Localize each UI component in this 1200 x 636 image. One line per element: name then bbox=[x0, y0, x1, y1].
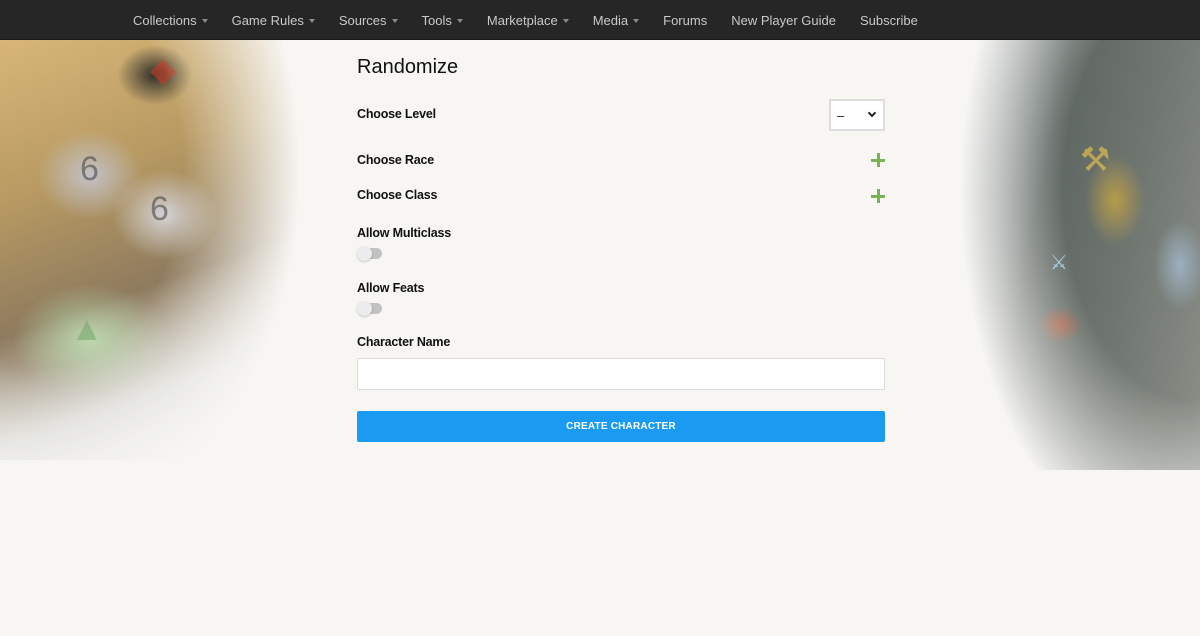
create-character-button[interactable]: CREATE CHARACTER bbox=[357, 411, 885, 442]
allow-feats-label: Allow Feats bbox=[357, 281, 425, 295]
adventurers-illustration: ⚒ ⚔ bbox=[900, 40, 1200, 470]
chevron-down-icon bbox=[867, 108, 877, 118]
nav-item-game-rules[interactable]: Game Rules bbox=[232, 13, 315, 28]
choose-race-label: Choose Race bbox=[357, 153, 434, 167]
allow-feats-toggle[interactable] bbox=[357, 301, 383, 316]
nav-label: Marketplace bbox=[486, 12, 558, 28]
nav-list: Collections Game Rules Sources Tools Mar… bbox=[133, 0, 942, 40]
nav-item-sources[interactable]: Sources bbox=[339, 13, 398, 28]
caret-down-icon bbox=[562, 18, 569, 23]
nav-item-media[interactable]: Media bbox=[592, 12, 640, 28]
toggle-knob bbox=[357, 301, 372, 316]
nav-label: Forums bbox=[663, 12, 708, 28]
hammer-warrior-icon: ⚒ bbox=[1080, 141, 1111, 179]
nav-label: Sources bbox=[338, 12, 387, 28]
d4-dice-icon: ▲ bbox=[70, 310, 104, 348]
nav-label: Collections bbox=[133, 12, 197, 28]
add-class-plus-icon[interactable] bbox=[871, 189, 885, 203]
top-navbar: Collections Game Rules Sources Tools Mar… bbox=[0, 0, 1200, 40]
choose-class-label: Choose Class bbox=[357, 188, 438, 202]
add-race-plus-icon[interactable] bbox=[871, 153, 885, 167]
nav-item-new-player-guide[interactable]: New Player Guide bbox=[731, 13, 836, 28]
dice-icon: 6 bbox=[150, 190, 169, 228]
nav-label: Game Rules bbox=[231, 12, 304, 28]
nav-label: Media bbox=[592, 12, 629, 28]
sword-icon: ⚔ bbox=[1050, 252, 1068, 274]
nav-item-tools[interactable]: Tools bbox=[422, 13, 463, 28]
nav-label: Subscribe bbox=[859, 12, 918, 28]
dice-icon: 6 bbox=[80, 150, 99, 188]
toggle-knob bbox=[357, 246, 372, 261]
nav-item-marketplace[interactable]: Marketplace bbox=[487, 13, 569, 28]
allow-multiclass-toggle[interactable] bbox=[357, 246, 383, 261]
nav-item-forums[interactable]: Forums bbox=[663, 13, 707, 28]
choose-level-label: Choose Level bbox=[357, 107, 436, 121]
character-name-input[interactable] bbox=[357, 358, 885, 390]
caret-down-icon bbox=[633, 18, 640, 23]
nav-item-subscribe[interactable]: Subscribe bbox=[860, 13, 918, 28]
page-title: Randomize bbox=[357, 56, 459, 78]
dice-illustration: ◆ 6 6 ▲ bbox=[0, 40, 340, 460]
level-select[interactable]: – bbox=[829, 99, 885, 131]
caret-down-icon bbox=[201, 18, 208, 23]
level-select-value: – bbox=[837, 107, 845, 123]
nav-label: Tools bbox=[421, 12, 452, 28]
caret-down-icon bbox=[308, 18, 315, 23]
nav-label: New Player Guide bbox=[731, 12, 836, 28]
caret-down-icon bbox=[391, 18, 398, 23]
caret-down-icon bbox=[456, 18, 463, 23]
allow-multiclass-label: Allow Multiclass bbox=[357, 226, 452, 240]
character-name-label: Character Name bbox=[357, 335, 451, 349]
nav-item-collections[interactable]: Collections bbox=[133, 13, 208, 28]
dice-icon: ◆ bbox=[150, 51, 177, 89]
